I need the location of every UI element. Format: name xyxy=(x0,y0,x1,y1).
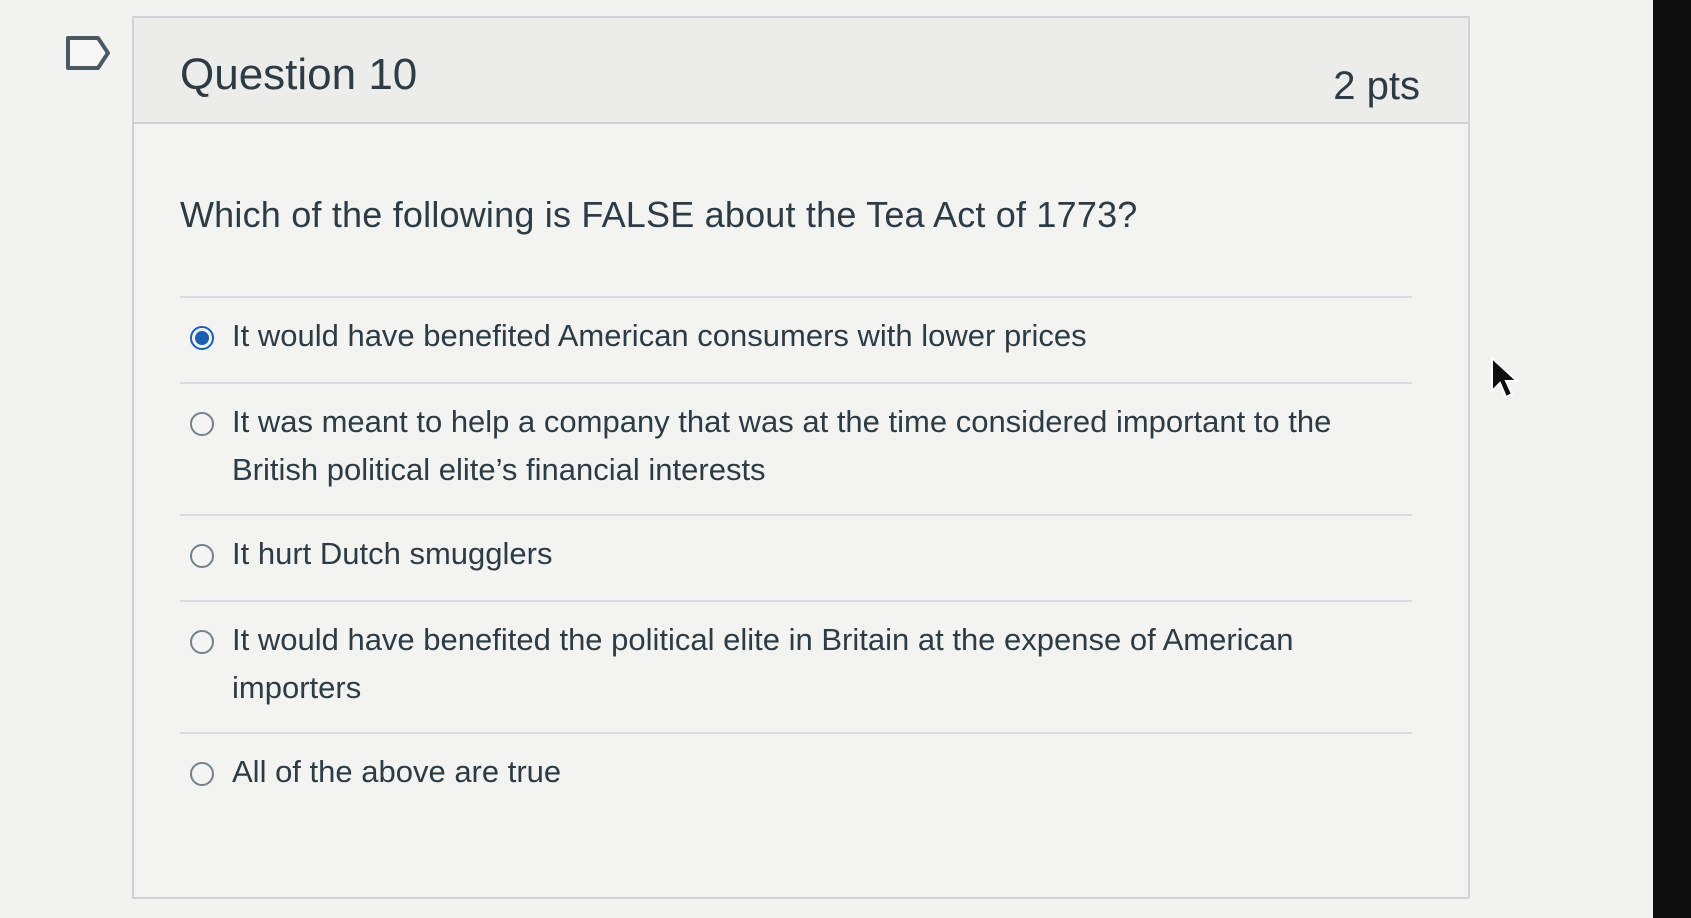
radio-unselected-icon[interactable] xyxy=(190,412,214,436)
answer-option-4[interactable]: It would have benefited the political el… xyxy=(180,600,1412,732)
answer-label: All of the above are true xyxy=(232,754,562,789)
screen: Question 10 2 pts Which of the following… xyxy=(0,0,1691,918)
answer-label: It was meant to help a company that was … xyxy=(232,404,1332,487)
answer-label: It would have benefited American consume… xyxy=(232,318,1087,353)
answer-option-2[interactable]: It was meant to help a company that was … xyxy=(180,382,1412,514)
answer-option-1[interactable]: It would have benefited American consume… xyxy=(180,296,1412,382)
question-title: Question 10 xyxy=(180,50,418,99)
answer-label: It hurt Dutch smugglers xyxy=(232,536,553,571)
screen-edge xyxy=(1653,0,1691,918)
radio-selected-icon[interactable] xyxy=(190,326,214,350)
answer-list: It would have benefited American consume… xyxy=(180,296,1412,818)
question-header: Question 10 2 pts xyxy=(134,18,1468,124)
question-card: Question 10 2 pts Which of the following… xyxy=(132,16,1470,899)
question-prompt: Which of the following is FALSE about th… xyxy=(180,194,1138,235)
answer-option-3[interactable]: It hurt Dutch smugglers xyxy=(180,514,1412,600)
answer-label: It would have benefited the political el… xyxy=(232,622,1294,705)
question-points: 2 pts xyxy=(1333,64,1420,108)
radio-unselected-icon[interactable] xyxy=(190,762,214,786)
radio-unselected-icon[interactable] xyxy=(190,544,214,568)
answer-option-5[interactable]: All of the above are true xyxy=(180,732,1412,818)
radio-unselected-icon[interactable] xyxy=(190,630,214,654)
flag-question-icon[interactable] xyxy=(64,34,112,72)
mouse-pointer-icon xyxy=(1491,356,1518,399)
